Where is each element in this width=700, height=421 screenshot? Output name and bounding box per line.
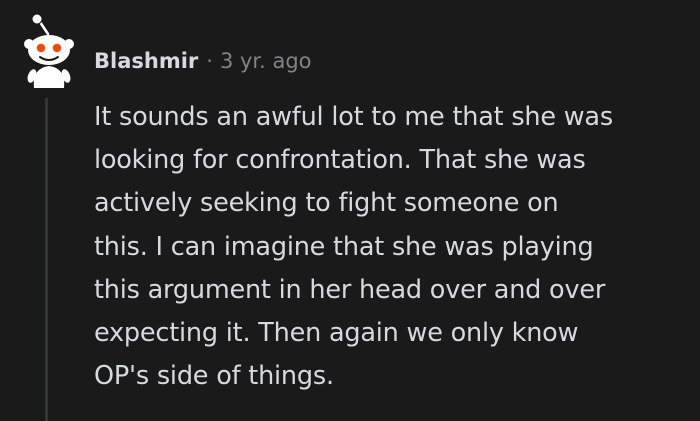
comment-body-line: actively seeking to fight someone on <box>94 188 559 219</box>
meta-separator: · <box>206 49 213 73</box>
comment-body-line: looking for confrontation. That she was <box>94 145 586 176</box>
comment-body-line: this. I can imagine that she was playing <box>94 231 594 262</box>
comment-body-line: expecting it. Then again we only know <box>94 318 579 349</box>
comment-body-line: It sounds an awful lot to me that she wa… <box>94 102 613 132</box>
comment-timestamp[interactable]: 3 yr. ago <box>220 49 312 73</box>
comment: Blashmir · 3 yr. ago It sounds an awful … <box>0 0 700 421</box>
comment-body-line: OP's side of things. <box>94 361 334 392</box>
comment-body-line: this argument in her head over and over <box>94 274 606 305</box>
comment-body: It sounds an awful lot to me that she wa… <box>94 96 684 398</box>
thread-line[interactable] <box>45 98 48 421</box>
comment-meta: Blashmir · 3 yr. ago <box>94 46 312 76</box>
author-name[interactable]: Blashmir <box>94 49 198 73</box>
snoo-avatar-icon[interactable] <box>18 12 80 90</box>
